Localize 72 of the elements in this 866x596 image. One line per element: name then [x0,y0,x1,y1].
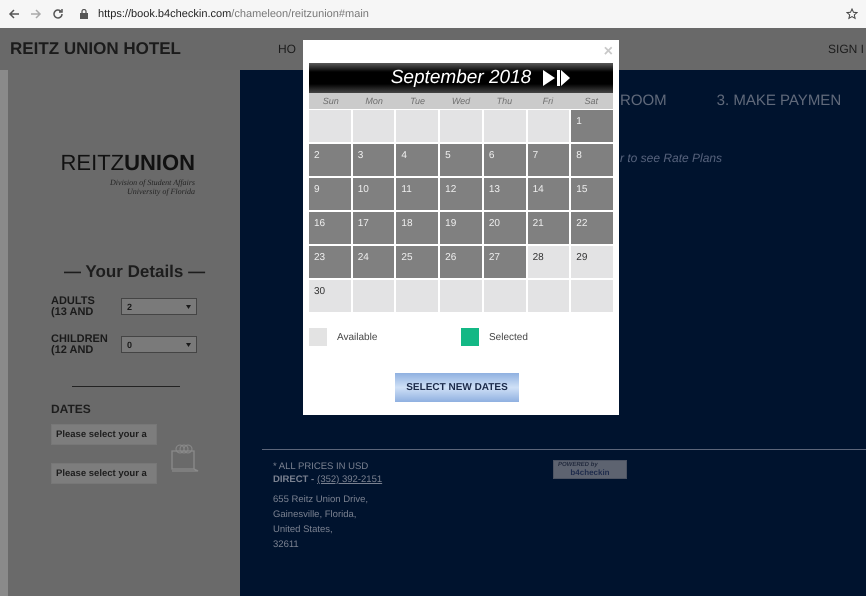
day-cell: 19 [440,212,482,244]
site-title: REITZ UNION HOTEL [10,39,182,59]
day-cell: 23 [309,246,351,278]
step-label: ROOM [620,92,667,109]
day-cell: 8 [571,144,613,176]
weekday-label: Sat [584,95,600,108]
day-cell[interactable]: 28 [528,246,570,278]
day-cell: 3 [352,144,394,176]
prices-note: * ALL PRICES IN USD [273,460,370,473]
address-line: 32611 [273,538,300,552]
hint-text: r to see Rate Plans [620,151,724,165]
select-field[interactable]: 0 [121,336,197,353]
direct-label: DIRECT - [273,473,314,486]
back-icon[interactable] [8,8,20,20]
date-field[interactable]: Please select your a [51,424,157,445]
day-cell[interactable]: 30 [309,280,351,312]
dates-label: DATES [51,402,92,416]
day-cell: 27 [484,246,526,278]
address-line: 655 Reitz Union Drive, [273,493,370,507]
day-cell: 21 [528,212,570,244]
day-cell: 6 [484,144,526,176]
day-cell: 24 [352,246,394,278]
day-cell: 14 [528,178,570,210]
star-icon[interactable] [846,8,858,20]
legend-label: Available [337,332,378,342]
logo-subtitle: Division of Student Affairs [110,178,195,187]
month-title: September 2018 [390,67,532,89]
lock-icon [80,9,88,19]
weekday-label: Sun [322,95,340,108]
section-heading: — Your Details — [63,262,206,282]
field-label: CHILDREN (12 AND [51,334,109,356]
logo-text: REITZUNION [60,149,195,177]
day-cell: 13 [484,178,526,210]
field-label: ADULTS (13 AND [51,296,96,318]
day-cell: 2 [309,144,351,176]
weekday-label: Thu [496,95,514,108]
day-cell: 25 [396,246,438,278]
weekday-label: Mon [364,95,384,108]
weekday-label: Wed [450,95,472,108]
day-cell: 20 [484,212,526,244]
select-dates-button[interactable]: SELECT NEW DATES [395,373,519,402]
nav-link[interactable]: HO [278,42,296,56]
dropdown-caret-icon [186,342,191,346]
day-cell: 4 [396,144,438,176]
date-field[interactable]: Please select your a [51,463,157,484]
step-label: 3. MAKE PAYMEN [716,92,842,109]
legend-label: Selected [489,332,528,342]
day-cell: 12 [440,178,482,210]
select-field[interactable]: 2 [121,298,197,315]
day-cell: 18 [396,212,438,244]
day-cell: 10 [352,178,394,210]
weekday-label: Fri [542,95,554,108]
reload-icon[interactable] [52,8,64,20]
address-line: United States, [273,523,334,537]
day-cell: 7 [528,144,570,176]
dropdown-caret-icon [186,304,191,308]
day-cell: 1 [571,110,613,142]
day-cell: 17 [352,212,394,244]
day-cell: 15 [571,178,613,210]
day-cell: 22 [571,212,613,244]
day-cell: 5 [440,144,482,176]
day-cell: 16 [309,212,351,244]
logo-subtitle: University of Florida [127,187,195,196]
sign-in-link[interactable]: SIGN I [828,42,864,56]
address-line: Gainesville, Florida, [273,508,358,522]
day-cell: 9 [309,178,351,210]
day-cell[interactable]: 29 [571,246,613,278]
day-cell: 11 [396,178,438,210]
next-month-icon[interactable] [541,69,572,87]
day-cell: 26 [440,246,482,278]
phone-link[interactable]: (352) 392-2151 [317,473,382,486]
weekday-label: Tue [409,95,426,108]
